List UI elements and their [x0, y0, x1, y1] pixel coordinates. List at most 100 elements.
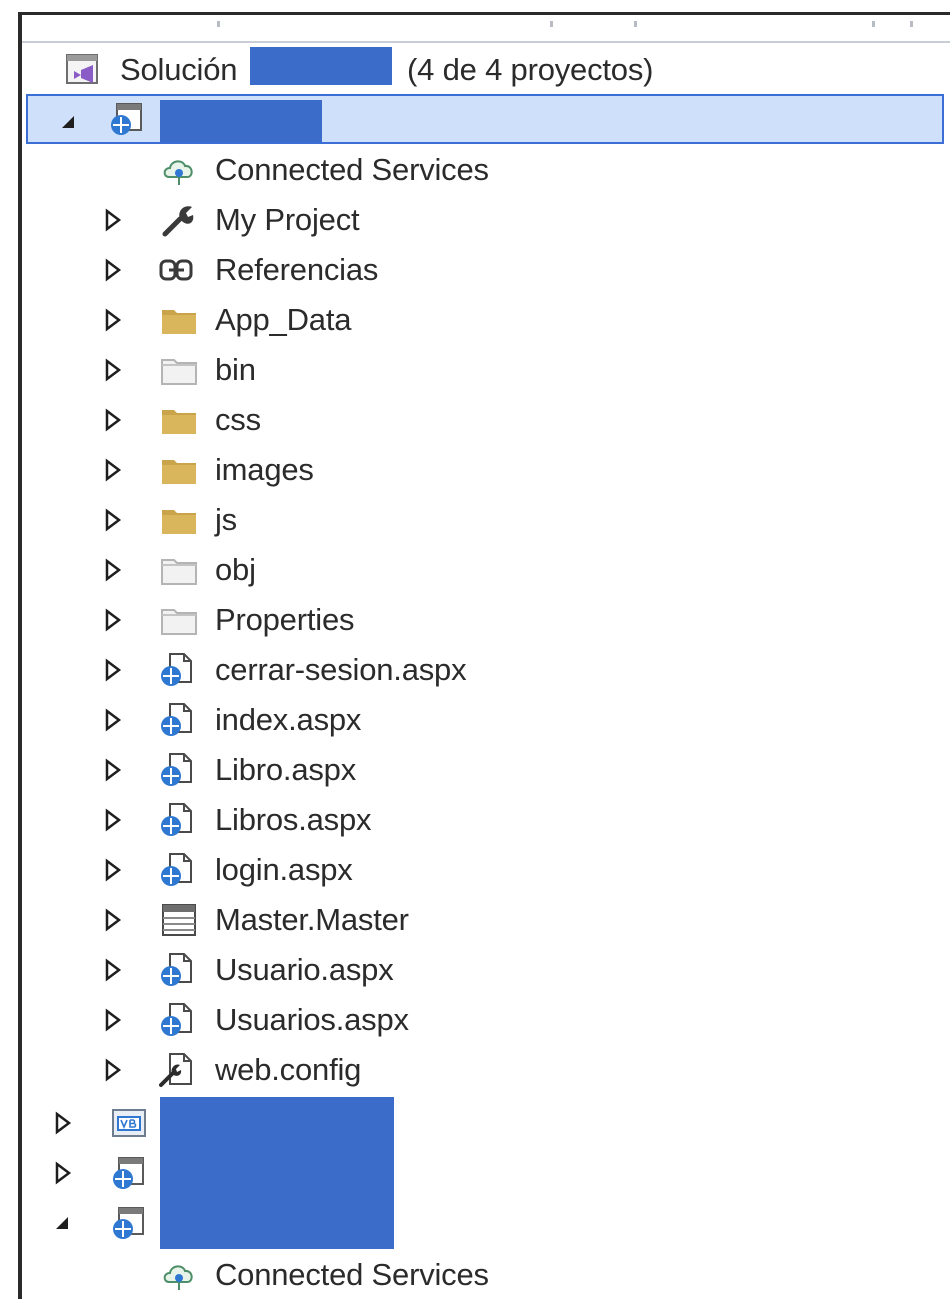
tree-item-cerrar-sesion-aspx[interactable]: cerrar-sesion.aspx	[22, 645, 944, 695]
toolbar-tick	[550, 21, 553, 27]
toolbar-tick	[910, 21, 913, 27]
folder-icon	[162, 410, 196, 434]
expand-arrow-icon[interactable]	[100, 608, 124, 632]
tree-item-connected-services[interactable]: Connected Services	[22, 1250, 944, 1299]
tree-item-properties[interactable]: Properties	[22, 595, 944, 645]
tree-item-login-aspx[interactable]: login.aspx	[22, 845, 944, 895]
collapse-arrow-icon[interactable]	[56, 110, 80, 134]
tree-item-images[interactable]: images	[22, 445, 944, 495]
tree-item-label: Libros.aspx	[215, 802, 372, 837]
solution-label: Solución	[120, 52, 238, 87]
tree-item-usuarios-aspx[interactable]: Usuarios.aspx	[22, 995, 944, 1045]
vb-project-icon	[112, 1109, 146, 1137]
tree-item-label: cerrar-sesion.aspx	[215, 652, 467, 687]
connected-services-icon	[163, 160, 193, 185]
connected-services-icon	[163, 1265, 193, 1290]
tree-item-usuario-aspx[interactable]: Usuario.aspx	[22, 945, 944, 995]
tree-item-referencias[interactable]: Referencias	[22, 245, 944, 295]
folder-hidden-icon	[161, 609, 197, 635]
redacted-project-names	[160, 1097, 394, 1249]
folder-hidden-icon	[161, 559, 197, 585]
folder-icon	[162, 460, 196, 484]
expand-arrow-icon[interactable]	[100, 308, 124, 332]
aspx-file-icon	[161, 753, 192, 786]
tree-item-libro-aspx[interactable]: Libro.aspx	[22, 745, 944, 795]
tree-item-label: images	[215, 452, 314, 487]
expand-arrow-icon[interactable]	[100, 958, 124, 982]
tree-item-app-data[interactable]: App_Data	[22, 295, 944, 345]
expand-arrow-icon[interactable]	[100, 1008, 124, 1032]
expand-arrow-icon[interactable]	[100, 708, 124, 732]
tree-item-label: login.aspx	[215, 852, 353, 887]
aspx-file-icon	[161, 953, 192, 986]
tree-item-label: Connected Services	[215, 152, 489, 187]
aspx-file-icon	[161, 653, 192, 686]
tree-item-label: Usuarios.aspx	[215, 1002, 409, 1037]
tree-item-my-project[interactable]: My Project	[22, 195, 944, 245]
solution-explorer-window: Solución (4 de 4 proyectos) Connected Se…	[0, 0, 950, 1299]
expand-arrow-icon[interactable]	[100, 458, 124, 482]
tree-item-label: Usuario.aspx	[215, 952, 394, 987]
folder-icon	[162, 310, 196, 334]
toolbar-strip	[22, 15, 950, 43]
tree-item-web-config[interactable]: web.config	[22, 1045, 944, 1095]
expand-arrow-icon[interactable]	[100, 208, 124, 232]
tree-item-label: js	[215, 502, 237, 537]
tree-item-label: App_Data	[215, 302, 352, 337]
tree-item-label: My Project	[215, 202, 360, 237]
folder-hidden-icon	[161, 359, 197, 385]
expand-arrow-icon[interactable]	[50, 1111, 74, 1135]
expand-arrow-icon[interactable]	[100, 408, 124, 432]
toolbar-tick	[872, 21, 875, 27]
tree-item-css[interactable]: css	[22, 395, 944, 445]
redacted-project-name	[160, 100, 322, 142]
tree-item-label: Master.Master	[215, 902, 409, 937]
expand-arrow-icon[interactable]	[100, 508, 124, 532]
tree-item-label: bin	[215, 352, 256, 387]
config-file-icon	[159, 1053, 192, 1087]
wrench-icon	[162, 206, 194, 237]
redacted-solution-name	[250, 47, 392, 85]
aspx-file-icon	[161, 703, 192, 736]
expand-arrow-icon[interactable]	[100, 558, 124, 582]
folder-icon	[162, 510, 196, 534]
aspx-file-icon	[161, 853, 192, 886]
tree-item-label: css	[215, 402, 261, 437]
web-project-icon	[111, 103, 142, 135]
solution-node[interactable]: Solución (4 de 4 proyectos)	[22, 45, 944, 95]
tree-item-label: index.aspx	[215, 702, 362, 737]
aspx-file-icon	[161, 1003, 192, 1036]
expand-arrow-icon[interactable]	[100, 358, 124, 382]
tree-item-js[interactable]: js	[22, 495, 944, 545]
master-page-icon	[162, 904, 196, 936]
tree-item-label: obj	[215, 552, 256, 587]
solution-project-count: (4 de 4 proyectos)	[407, 52, 654, 87]
web-project-icon	[113, 1207, 144, 1239]
aspx-file-icon	[161, 803, 192, 836]
expand-arrow-icon[interactable]	[100, 858, 124, 882]
project-node-selected[interactable]	[26, 94, 944, 144]
tree-item-connected-services[interactable]: Connected Services	[22, 145, 944, 195]
tree-item-libros-aspx[interactable]: Libros.aspx	[22, 795, 944, 845]
expand-arrow-icon[interactable]	[100, 908, 124, 932]
tree-item-master-master[interactable]: Master.Master	[22, 895, 944, 945]
expand-arrow-icon[interactable]	[100, 1058, 124, 1082]
references-icon	[159, 259, 193, 281]
tree-item-label: web.config	[215, 1052, 362, 1087]
tree-item-label: Properties	[215, 602, 355, 637]
tree-item-label: Referencias	[215, 252, 379, 287]
toolbar-tick	[217, 21, 220, 27]
expand-arrow-icon[interactable]	[50, 1161, 74, 1185]
tree-item-bin[interactable]: bin	[22, 345, 944, 395]
collapse-arrow-icon[interactable]	[50, 1211, 74, 1235]
tree-item-obj[interactable]: obj	[22, 545, 944, 595]
expand-arrow-icon[interactable]	[100, 808, 124, 832]
solution-icon	[66, 54, 98, 84]
expand-arrow-icon[interactable]	[100, 758, 124, 782]
expand-arrow-icon[interactable]	[100, 658, 124, 682]
toolbar-tick	[634, 21, 637, 27]
tree-item-index-aspx[interactable]: index.aspx	[22, 695, 944, 745]
tree-item-label: Libro.aspx	[215, 752, 357, 787]
tree-item-label: Connected Services	[215, 1257, 489, 1292]
expand-arrow-icon[interactable]	[100, 258, 124, 282]
